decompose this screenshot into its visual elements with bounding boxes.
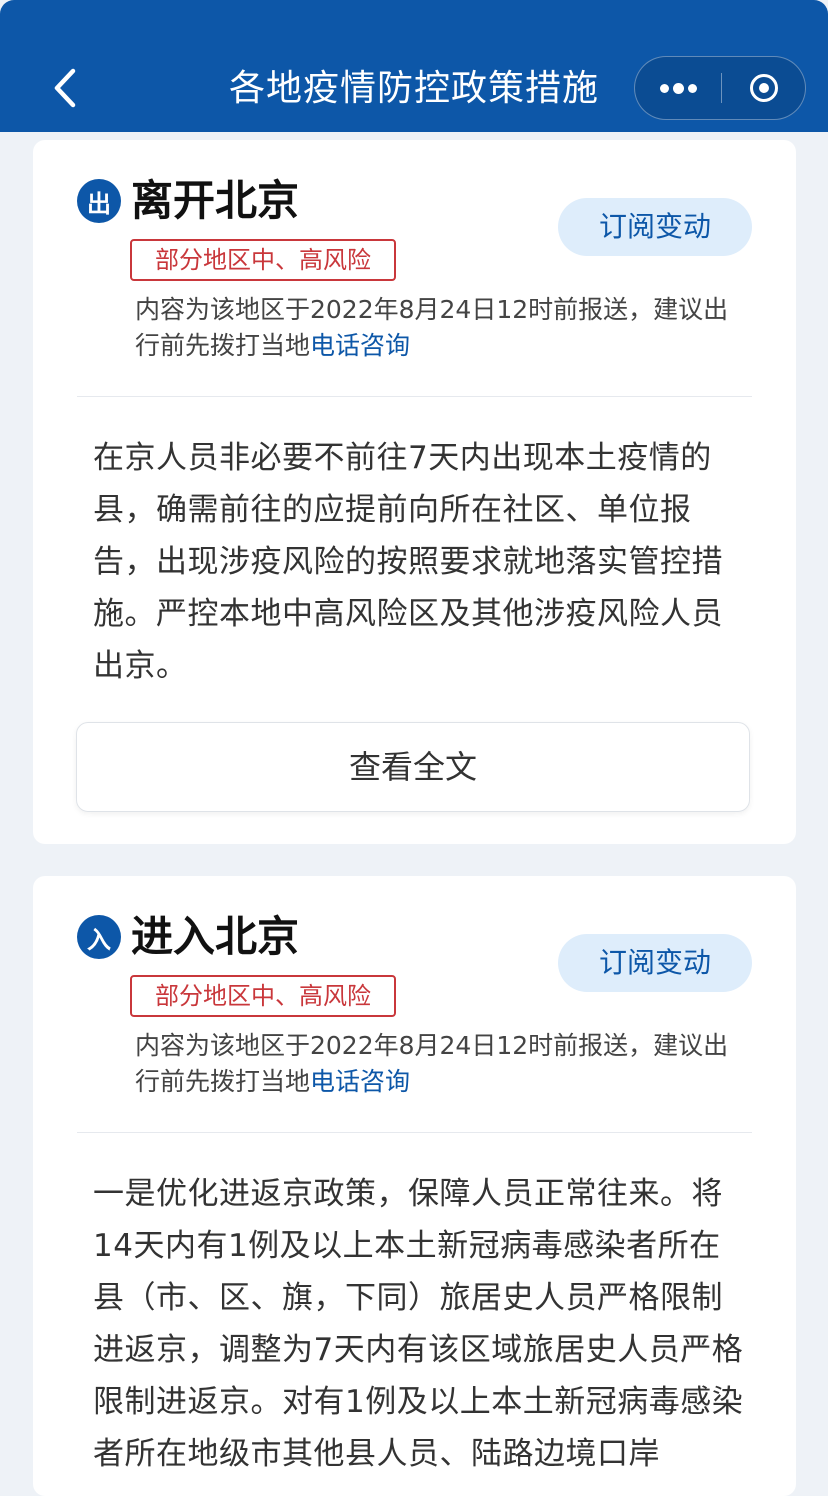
leave-policy-text: 在京人员非必要不前往7天内出现本土疫情的县，确需前往的应提前向所在社区、单位报告… xyxy=(93,440,723,684)
enter-heading: 进入北京 xyxy=(131,912,300,961)
more-dots-icon xyxy=(659,83,669,93)
leave-subscribe-button[interactable]: 订阅变动 xyxy=(558,198,752,256)
divider xyxy=(77,1132,752,1133)
enter-risk-tag: 部分地区中、高风险 xyxy=(130,975,396,1017)
enter-info-text: 内容为该地区于2022年8月24日12时前报送，建议出行前先拨打当地电话咨询 xyxy=(135,1031,729,1096)
enter-policy-text: 一是优化进返京政策，保障人员正常往来。将14天内有1例及以上本土新冠病毒感染者所… xyxy=(93,1176,744,1472)
miniprogram-capsule xyxy=(634,56,806,120)
enter-beijing-card: 入 进入北京 订阅变动 部分地区中、高风险 内容为该地区于2022年8月24日1… xyxy=(33,876,796,1496)
leave-beijing-card: 出 离开北京 订阅变动 部分地区中、高风险 内容为该地区于2022年8月24日1… xyxy=(33,140,796,844)
target-circle-icon xyxy=(750,74,778,102)
more-menu-button[interactable] xyxy=(635,57,721,119)
enter-subscribe-button[interactable]: 订阅变动 xyxy=(558,934,752,992)
enter-phone-link[interactable]: 电话咨询 xyxy=(310,1067,410,1096)
leave-heading: 离开北京 xyxy=(131,176,300,225)
enter-badge-icon: 入 xyxy=(77,915,121,959)
divider xyxy=(77,396,752,397)
view-full-text-button[interactable]: 查看全文 xyxy=(76,722,750,812)
close-miniprogram-button[interactable] xyxy=(722,57,806,119)
leave-badge-icon: 出 xyxy=(77,179,121,223)
top-navigation-bar: 各地疫情防控政策措施 xyxy=(0,0,828,132)
leave-phone-link[interactable]: 电话咨询 xyxy=(310,331,410,360)
leave-info-text: 内容为该地区于2022年8月24日12时前报送，建议出行前先拨打当地电话咨询 xyxy=(135,295,729,360)
leave-risk-tag: 部分地区中、高风险 xyxy=(130,239,396,281)
